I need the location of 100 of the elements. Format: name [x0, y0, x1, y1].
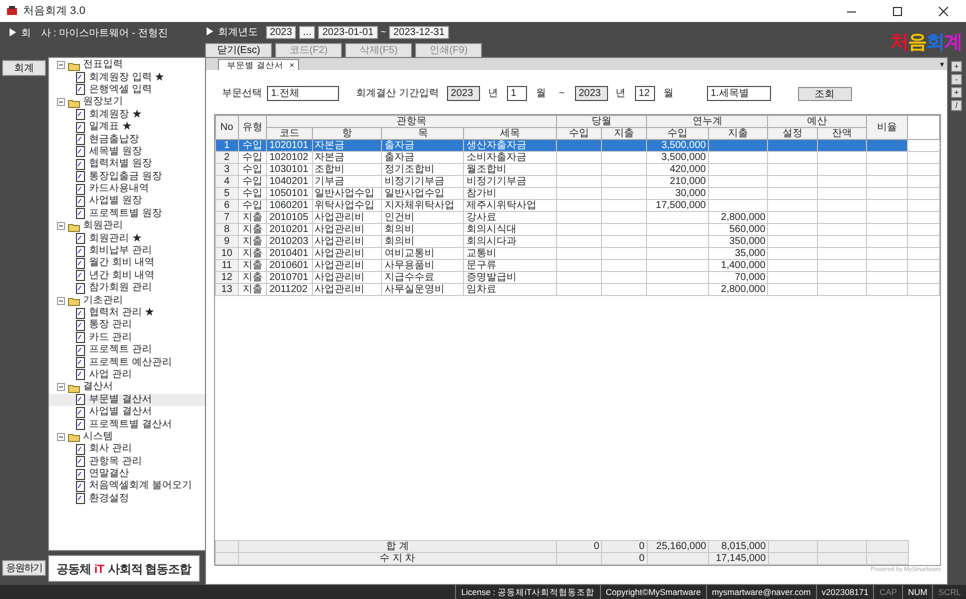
collapse-icon[interactable]: [57, 61, 65, 70]
tree-item[interactable]: 현금출납장: [49, 133, 209, 146]
tree-section[interactable]: 기초관리: [83, 294, 123, 307]
column-header: 항: [312, 128, 382, 140]
table-row[interactable]: 9 지출 2010203 사업관리비 회의비 회의시다과 350,000: [216, 236, 940, 248]
collapse-icon[interactable]: [57, 222, 65, 230]
table-row[interactable]: 6 수입 1060201 위탁사업수입 지자체위탁사업 제주시위탁사업 17,500,000: [216, 200, 940, 212]
tree-item[interactable]: 회계원장 ★: [49, 108, 209, 121]
from-month-field[interactable]: 1: [506, 86, 527, 101]
table-row[interactable]: 5 수입 1050101 일반사업수입 일반사업수입 참가비 30,000: [216, 188, 940, 200]
start-date-field[interactable]: 2023-01-01: [318, 26, 378, 39]
table-cell: 자본금: [312, 140, 382, 152]
tree-section[interactable]: 원장보기: [83, 96, 123, 108]
table-row[interactable]: 12 지출 2010701 사업관리비 지급수수료 증명발급비 70,000: [216, 272, 940, 284]
tree-section[interactable]: 결산서: [83, 381, 113, 394]
collapse-icon[interactable]: [57, 296, 65, 305]
close-tab-button[interactable]: ×: [289, 60, 294, 70]
department-label: 부문선택: [222, 87, 262, 101]
tree-item[interactable]: 통장입출금 원장: [49, 170, 209, 183]
table-cell: 지출: [238, 224, 267, 236]
tree-item[interactable]: 프로젝트별 원장: [49, 208, 209, 220]
table-cell: 지출: [238, 248, 267, 260]
table-row[interactable]: 7 지출 2010105 사업관리비 인건비 강사료 2,800,000: [216, 212, 940, 224]
tree-item[interactable]: 년간 회비 내역: [49, 270, 209, 282]
table-cell: 수입: [238, 164, 267, 176]
tree-item[interactable]: 협력처별 원장: [49, 158, 209, 171]
tree-section[interactable]: 회원관리: [83, 220, 123, 232]
table-cell: 1030101: [266, 164, 312, 176]
table-row[interactable]: 1 수입 1020101 자본금 출자금 생산자출자금 3,500,000: [216, 140, 940, 152]
tree-item[interactable]: 카드사용내역: [49, 182, 209, 196]
tree-section[interactable]: 시스템: [83, 430, 113, 443]
table-cell: 제주시위탁사업: [464, 200, 556, 212]
table-row[interactable]: 13 지출 2011202 사업관리비 사무실운영비 임차료 2,800,000: [216, 284, 940, 296]
mode-field[interactable]: 1.세목별: [706, 86, 771, 101]
table-cell: 지급수수료: [382, 272, 464, 284]
department-field[interactable]: 1.전체: [267, 86, 339, 101]
table-row[interactable]: 3 수입 1030101 조합비 정기조합비 월조합비 420,000: [216, 164, 940, 176]
tree-item[interactable]: 회사 관리: [49, 443, 209, 456]
tree-item[interactable]: 연말결산: [49, 468, 209, 480]
table-cell: 1050101: [266, 188, 312, 200]
tab[interactable]: 부문별 결산서 ×: [218, 59, 300, 70]
table-row[interactable]: 10 지출 2010401 사업관리비 여비교통비 교통비 35,000: [216, 248, 940, 260]
table-cell: 2011202: [266, 284, 312, 296]
table-row[interactable]: 4 수입 1040201 기부금 비정기기부금 비정기기부금 210,000: [216, 176, 940, 188]
search-button[interactable]: 조회: [798, 86, 852, 100]
document-icon: [75, 344, 86, 356]
tree-item[interactable]: 사업 관리: [49, 368, 209, 382]
tree-section[interactable]: 전표입력: [83, 59, 123, 72]
tree-item[interactable]: 처음엑셀회계 불어오기: [49, 480, 209, 493]
table-row[interactable]: 2 수입 1020102 자본금 출자금 소비자출자금 3,500,000: [216, 152, 940, 164]
year-field[interactable]: 2023: [266, 26, 296, 39]
tree-item[interactable]: 환경설정: [49, 492, 209, 506]
support-button[interactable]: 응원하기: [2, 560, 46, 576]
tree-item[interactable]: 회비납부 관리: [49, 244, 209, 258]
table-cell: 교통비: [464, 248, 556, 260]
tab-menu-button[interactable]: ▾: [940, 60, 947, 70]
maximize-icon[interactable]: [892, 6, 902, 16]
tree-item[interactable]: 회계원장 입력 ★: [49, 71, 209, 84]
table-cell: 출자금: [382, 152, 464, 164]
collapse-icon[interactable]: [57, 383, 65, 392]
tree-item[interactable]: 사업별 결산서: [49, 406, 209, 418]
tree-item[interactable]: 월간 회비 내역: [49, 257, 209, 270]
tree-item[interactable]: 참가회원 관리: [49, 282, 209, 294]
tool-button[interactable]: +: [951, 61, 962, 72]
collapse-icon[interactable]: [57, 98, 65, 106]
tool-button[interactable]: +: [951, 87, 962, 98]
table-cell: 2010401: [266, 248, 312, 260]
toolbar-button[interactable]: 닫기(Esc): [205, 43, 272, 58]
from-year-field[interactable]: 2023: [446, 86, 480, 101]
tool-button[interactable]: /: [951, 100, 962, 111]
collapse-icon[interactable]: [57, 432, 65, 441]
status-text: v202308171: [816, 585, 874, 599]
close-icon[interactable]: [938, 6, 948, 16]
tree-item[interactable]: 프로젝트 예산관리: [49, 356, 209, 369]
table-row[interactable]: 8 지출 2010201 사업관리비 회의비 회의시식대 560,000: [216, 224, 940, 236]
to-month-field[interactable]: 12: [634, 86, 655, 101]
tree-item[interactable]: 은행엑셀 입력: [49, 84, 209, 96]
side-button[interactable]: 회계: [2, 60, 46, 76]
column-header: 연누계: [646, 116, 768, 128]
tree-item[interactable]: 통장 관리: [49, 319, 209, 332]
tree-item[interactable]: 카드 관리: [49, 332, 209, 344]
tree-item[interactable]: 사업별 원장: [49, 195, 209, 208]
organization-banner: 공동체 iT 사회적 협동조합: [48, 555, 200, 582]
tree-item[interactable]: 협력처 관리 ★: [49, 306, 209, 320]
tree-item[interactable]: 세목별 원장: [49, 146, 209, 158]
tree-item[interactable]: 프로젝트 관리: [49, 344, 209, 356]
table-row[interactable]: 11 지출 2010601 사업관리비 사무용품비 문구류 1,400,000: [216, 260, 940, 272]
column-header: 수입: [646, 128, 708, 140]
tree-item[interactable]: 관항목 관리: [49, 456, 209, 468]
tool-button[interactable]: -: [951, 74, 962, 85]
status-text: mysmartware@naver.com: [706, 585, 816, 599]
to-year-field[interactable]: 2023: [574, 86, 608, 101]
tree-item[interactable]: 일계표 ★: [49, 120, 209, 134]
document-icon: [75, 208, 86, 220]
year-picker-button[interactable]: ...: [299, 26, 316, 39]
tree-item[interactable]: 프로젝트별 결산서: [49, 418, 209, 431]
tree-item[interactable]: 회원관리 ★: [49, 232, 209, 245]
end-date-field[interactable]: 2023-12-31: [389, 26, 449, 39]
document-icon: [75, 171, 86, 182]
key-indicator: CAP: [873, 585, 902, 599]
